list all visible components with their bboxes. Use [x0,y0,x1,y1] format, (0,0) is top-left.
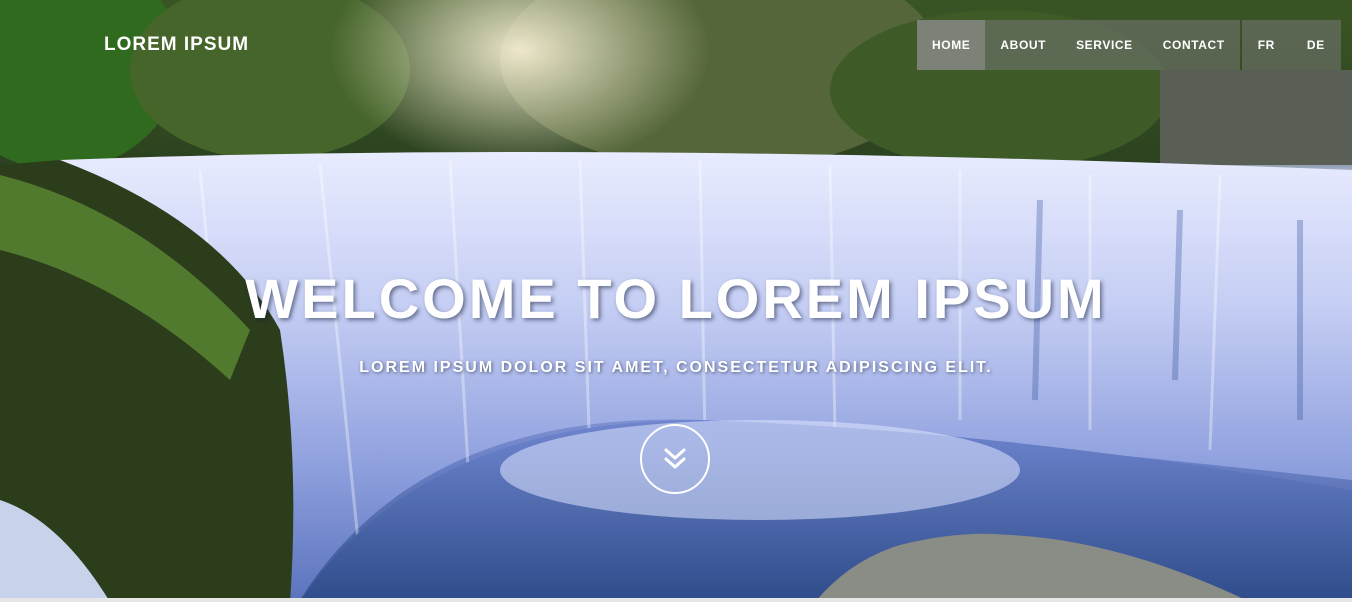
brand-logo-text[interactable]: LOREM IPSUM [104,34,249,56]
hero-subheadline: LOREM IPSUM DOLOR SIT AMET, CONSECTETUR … [359,359,993,376]
nav-item-contact[interactable]: CONTACT [1148,20,1240,70]
hero-headline: WELCOME TO LOREM IPSUM [245,267,1107,330]
language-switcher: FR DE [1241,20,1341,70]
language-de[interactable]: DE [1291,20,1341,70]
language-fr[interactable]: FR [1242,20,1291,70]
main-navigation: HOME ABOUT SERVICE CONTACT FR DE [917,20,1341,70]
page-bottom-border [0,598,1352,602]
nav-item-about[interactable]: ABOUT [985,20,1061,70]
hero-section: LOREM IPSUM HOME ABOUT SERVICE CONTACT F… [0,0,1352,602]
nav-menu: HOME ABOUT SERVICE CONTACT [917,20,1240,70]
nav-item-home[interactable]: HOME [917,20,986,70]
nav-item-service[interactable]: SERVICE [1061,20,1148,70]
double-chevron-down-icon [664,448,686,469]
scroll-down-button[interactable] [640,424,710,494]
